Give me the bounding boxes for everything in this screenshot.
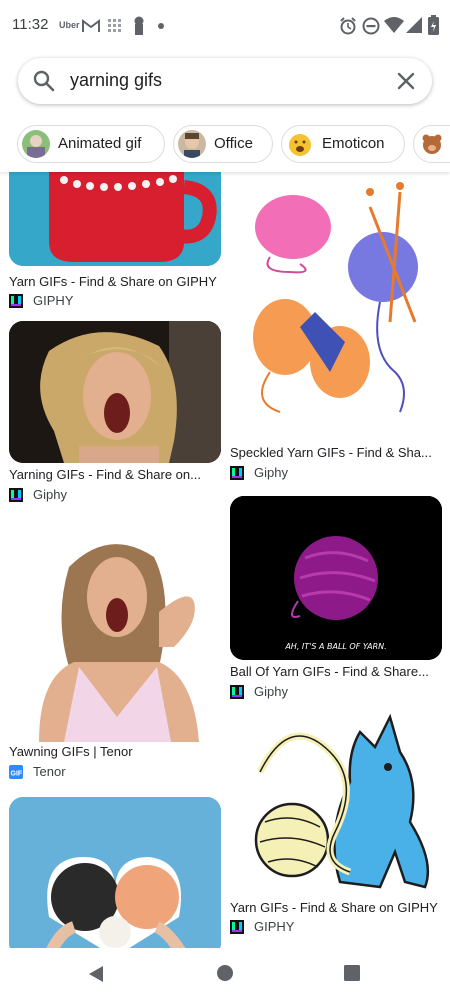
red-mug-image [9,172,221,266]
yarn-balls-heart-image [9,797,221,948]
result-source-name: Giphy [254,684,288,699]
result-title[interactable]: Speckled Yarn GIFs - Find & Sha... [230,445,442,460]
chip-more[interactable] [413,125,450,163]
result-source-name: Giphy [254,465,288,480]
result-source[interactable]: GIPHY [9,293,209,311]
chip-emoticon[interactable]: Emoticon [281,125,405,163]
result-title[interactable]: Yarning GIFs - Find & Share on... [9,467,221,482]
result-card[interactable]: Yarn GIFs - Find & Share on GIPHY GIPHY [9,172,221,308]
do-not-disturb-icon [362,17,380,35]
result-source[interactable]: Giphy [230,684,430,702]
result-source-name: GIPHY [254,919,295,934]
result-source[interactable]: Giphy [9,487,209,505]
giphy-icon [9,488,23,502]
image-results-grid: Yarn GIFs - Find & Share on GIPHY GIPHY … [0,172,450,948]
yawning-woman-image [9,321,221,463]
wifi-icon [384,17,404,33]
search-icon[interactable] [32,69,56,93]
chip-label: Animated gif [58,135,142,152]
result-source-name: GIPHY [33,293,74,308]
cell-signal-icon [406,17,422,33]
result-source[interactable]: GIF Tenor [9,764,209,782]
giphy-icon [9,294,23,308]
result-card[interactable]: Yawning GIFs | Tenor GIF Tenor [9,527,221,781]
svg-text:GIF: GIF [11,771,23,778]
gmail-icon [82,19,100,32]
status-time: 11:32 [12,16,49,33]
result-thumbnail[interactable] [9,797,221,948]
giphy-icon [230,685,244,699]
chip-office[interactable]: Office [173,125,273,163]
result-source[interactable]: GIPHY [230,919,430,937]
chip-thumbnail [22,130,50,158]
uber-notification-label: Uber [59,20,80,30]
chip-animated-gif[interactable]: Animated gif [17,125,165,163]
apps-grid-icon [108,19,121,32]
result-thumbnail[interactable] [9,527,221,742]
result-title[interactable]: Yawning GIFs | Tenor [9,744,221,759]
result-source[interactable]: Giphy [230,465,430,483]
result-card[interactable]: Yarning GIFs - Find & Share on... Giphy [9,321,221,507]
status-bar: 11:32 Uber [0,0,450,52]
giphy-icon [230,920,244,934]
suggestion-chips: Animated gif Office Emoticon [0,118,450,172]
ball-of-yarn-image [230,496,442,660]
result-card[interactable]: Yarn GIFs - Find & Share on GIPHY GIPHY [230,712,442,937]
result-source-name: Tenor [33,764,66,779]
navigation-bar [0,948,450,1000]
tenor-icon: GIF [9,765,23,779]
result-title[interactable]: Ball Of Yarn GIFs - Find & Share... [230,664,442,679]
chip-label: Emoticon [322,135,385,152]
result-source-name: Giphy [33,487,67,502]
recents-icon[interactable] [344,965,360,981]
result-thumbnail[interactable] [9,172,221,266]
result-thumbnail[interactable] [9,321,221,463]
result-thumbnail[interactable] [230,172,442,437]
dot-icon [158,23,164,29]
keyhole-icon [134,16,144,35]
search-input[interactable]: yarning gifs [70,70,162,91]
yawning-woman-pink-dress-image [9,527,221,742]
speckled-yarn-image [230,172,442,437]
image-caption: AH, IT'S A BALL OF YARN. [285,642,387,651]
chip-thumbnail [178,130,206,158]
result-card[interactable]: Speckled Yarn GIFs - Find & Sha... Giphy [230,172,442,482]
chip-thumbnail [286,130,314,158]
chip-thumbnail [418,130,446,158]
back-icon[interactable] [86,964,106,984]
result-thumbnail[interactable]: AH, IT'S A BALL OF YARN. [230,496,442,660]
home-icon[interactable] [216,964,234,982]
blue-cat-yarn-image [230,712,442,896]
chip-label: Office [214,135,253,152]
result-title[interactable]: Yarn GIFs - Find & Share on GIPHY [230,900,442,915]
result-title[interactable]: Yarn GIFs - Find & Share on GIPHY [9,274,221,289]
result-card[interactable]: AH, IT'S A BALL OF YARN. Ball Of Yarn GI… [230,496,442,704]
giphy-icon [230,466,244,480]
battery-icon [428,15,439,35]
alarm-icon [340,17,356,35]
close-icon[interactable] [396,71,416,91]
result-card[interactable] [9,797,221,948]
search-box[interactable]: yarning gifs [18,58,432,104]
result-thumbnail[interactable] [230,712,442,896]
